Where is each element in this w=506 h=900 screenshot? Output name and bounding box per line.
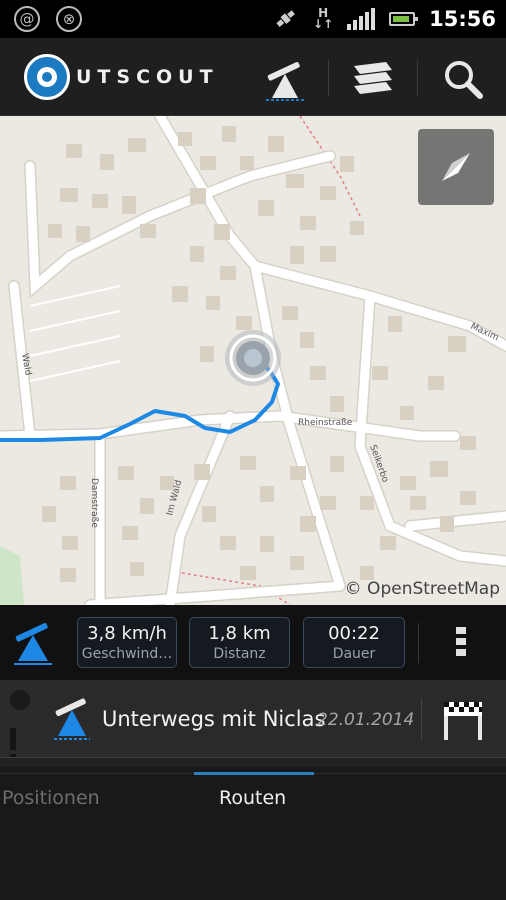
map-view[interactable]: Rheinstraße Seikerbo Damstraße Im Wald W… <box>0 116 506 605</box>
tracking-stats-bar: 3,8 km/h Geschwind… 1,8 km Distanz 00:22… <box>0 605 506 680</box>
speed-value: 3,8 km/h <box>87 623 167 644</box>
finish-flag-icon[interactable] <box>440 698 486 742</box>
app-bar: UTSCOUT <box>0 38 506 116</box>
bottom-tabs: Positionen Routen <box>0 767 506 900</box>
app-bar-divider <box>328 60 329 96</box>
tracking-status-icon[interactable] <box>10 619 56 667</box>
compass-icon <box>442 153 470 181</box>
street-label-damstrasse: Damstraße <box>89 478 99 528</box>
battery-icon <box>389 12 419 26</box>
status-bar: @ ⊗ H ↓↑ 15:56 <box>0 0 506 38</box>
clock: 15:56 <box>429 7 496 31</box>
logo-text: UTSCOUT <box>76 66 219 88</box>
notification-icons: @ ⊗ <box>14 6 82 32</box>
duration-label: Dauer <box>332 646 376 662</box>
route-date: 22.01.2014 <box>317 710 415 730</box>
map-paths <box>29 285 121 382</box>
hspa-data-icon: H ↓↑ <box>313 6 334 31</box>
speed-label: Geschwind… <box>81 646 173 662</box>
distance-label: Distanz <box>213 646 266 662</box>
active-route-row[interactable]: Unterwegs mit Niclas 22.01.2014 <box>0 680 506 776</box>
sync-notification-icon: ⊗ <box>56 6 82 32</box>
overflow-menu-icon[interactable] <box>454 627 468 661</box>
record-icon[interactable] <box>10 690 30 710</box>
tab-routen[interactable]: Routen <box>219 787 286 809</box>
map-attribution[interactable]: © OpenStreetMap <box>345 579 500 599</box>
tab-positionen[interactable]: Positionen <box>2 787 100 809</box>
street-label-rheinstrasse: Rheinstraße <box>298 418 353 428</box>
stats-divider <box>418 623 419 663</box>
at-notification-icon: @ <box>14 6 40 32</box>
system-icons: H ↓↑ 15:56 <box>273 4 496 34</box>
tab-selected-indicator <box>194 772 314 775</box>
logo-compass-icon <box>24 54 70 100</box>
route-row-divider <box>421 698 422 740</box>
pause-icon[interactable] <box>10 728 28 776</box>
gps-satellite-icon <box>276 10 295 27</box>
speed-stat: 3,8 km/h Geschwind… <box>77 617 177 668</box>
app-screen: @ ⊗ H ↓↑ 15:56 UTSCOUT Rheinstraße Seike… <box>0 0 506 900</box>
duration-value: 00:22 <box>328 623 380 644</box>
app-logo[interactable]: UTSCOUT <box>24 54 219 100</box>
layers-icon[interactable] <box>350 56 396 102</box>
compass-button[interactable] <box>418 129 494 205</box>
map-park-area <box>0 546 24 605</box>
tracking-icon[interactable] <box>262 56 308 102</box>
duration-stat: 00:22 Dauer <box>303 617 405 668</box>
search-icon[interactable] <box>440 56 486 102</box>
signal-strength-icon <box>347 8 376 30</box>
current-position-marker <box>225 330 281 386</box>
route-row-divider-line <box>0 757 506 767</box>
route-tracking-icon <box>54 698 90 740</box>
route-name: Unterwegs mit Niclas <box>102 707 326 731</box>
distance-value: 1,8 km <box>208 623 271 644</box>
app-bar-divider <box>417 60 418 96</box>
distance-stat: 1,8 km Distanz <box>189 617 290 668</box>
